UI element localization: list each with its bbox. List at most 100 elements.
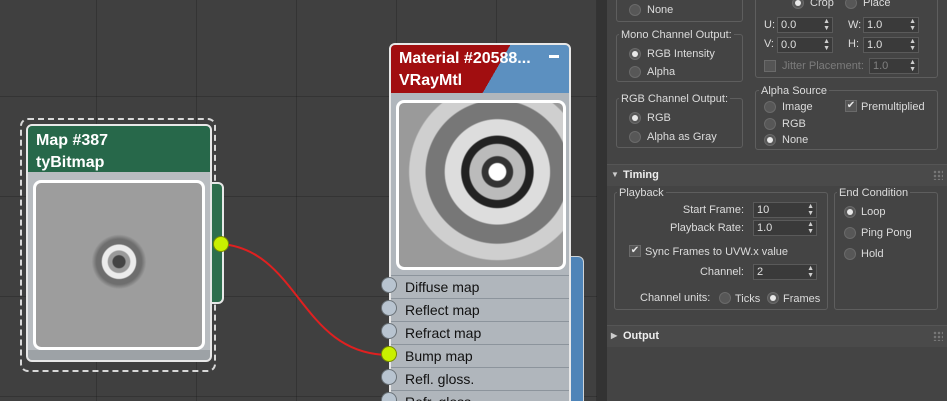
radio-image[interactable] xyxy=(764,101,776,113)
radio-alpha-none-label: None xyxy=(782,134,809,146)
jitter-spinner[interactable]: 1.0 ▲ ▼ xyxy=(869,58,919,74)
h-value: 1.0 xyxy=(867,39,883,51)
properties-panel: None Crop Place U: 0.0 ▲ ▼ W: 1.0 ▲ ▼ V: 0.0… xyxy=(607,0,947,401)
radio-alpha-as-gray[interactable] xyxy=(629,131,641,143)
reflect-map-socket[interactable] xyxy=(381,300,397,316)
sync-frames-checkbox[interactable]: ✔ xyxy=(629,245,641,257)
h-spinner[interactable]: 1.0 ▲ ▼ xyxy=(863,37,919,53)
radio-ticks-label: Ticks xyxy=(735,293,761,305)
bump-map-socket[interactable] xyxy=(381,346,397,362)
output-title: Output xyxy=(623,330,660,342)
map-node-subtitle: tyBitmap xyxy=(36,154,105,171)
premultiplied-checkbox[interactable]: ✔ xyxy=(845,100,857,112)
radio-hold-label: Hold xyxy=(861,248,884,260)
bump-map-wire[interactable] xyxy=(220,243,391,356)
radio-loop[interactable] xyxy=(844,206,856,218)
material-node[interactable]: Material #20588... VRayMtl Diffuse map R… xyxy=(389,43,571,401)
radio-ticks[interactable] xyxy=(719,292,731,304)
radio-alpha-rgb[interactable] xyxy=(764,118,776,130)
radio-place-label: Place xyxy=(863,0,891,9)
material-node-subtitle: VRayMtl xyxy=(399,72,463,89)
radio-hold[interactable] xyxy=(844,248,856,260)
v-label: V: xyxy=(764,38,774,50)
radio-alpha-rgb-label: RGB xyxy=(782,118,806,130)
minimize-icon[interactable] xyxy=(549,55,559,58)
node-editor-canvas[interactable]: Map #387 tyBitmap Material #20588... VRa… xyxy=(0,0,597,401)
drag-handle-icon[interactable] xyxy=(933,170,943,180)
diffuse-map-socket[interactable] xyxy=(381,277,397,293)
h-label: H: xyxy=(848,38,859,50)
playback-rate-spinner[interactable]: 1.0 ▲ ▼ xyxy=(753,220,817,236)
w-spinner[interactable]: 1.0 ▲ ▼ xyxy=(863,17,919,33)
u-spinner[interactable]: 0.0 ▲ ▼ xyxy=(777,17,833,33)
panel-divider[interactable] xyxy=(597,0,607,401)
drag-handle-icon[interactable] xyxy=(933,331,943,341)
playback-rate-value: 1.0 xyxy=(757,222,773,234)
radio-rgb-intensity-label: RGB Intensity xyxy=(647,48,715,60)
radio-none-top[interactable] xyxy=(629,4,641,16)
radio-rgb[interactable] xyxy=(629,112,641,124)
slot-refract-map[interactable]: Refract map xyxy=(391,321,569,344)
slot-bump-map[interactable]: Bump map xyxy=(391,344,569,367)
radio-frames[interactable] xyxy=(767,292,779,304)
radio-ping-pong-label: Ping Pong xyxy=(861,227,912,239)
v-value: 0.0 xyxy=(781,39,797,51)
radio-ping-pong[interactable] xyxy=(844,227,856,239)
collapse-triangle-icon: ▼ xyxy=(611,170,619,179)
channel-units-label: Channel units: xyxy=(640,292,711,304)
timing-title: Timing xyxy=(623,169,659,181)
map-node-footer xyxy=(28,350,210,360)
alpha-source-title: Alpha Source xyxy=(759,85,830,97)
radio-loop-label: Loop xyxy=(861,206,886,218)
spinner-arrows-icon: ▲ ▼ xyxy=(807,221,814,235)
expand-triangle-icon: ▶ xyxy=(611,331,618,340)
mono-channel-title: Mono Channel Output: xyxy=(619,29,734,41)
spinner-arrows-icon: ▲ ▼ xyxy=(807,265,814,279)
refract-map-socket[interactable] xyxy=(381,323,397,339)
jitter-value: 1.0 xyxy=(873,60,889,72)
channel-value: 2 xyxy=(757,266,764,278)
refl-gloss-socket[interactable] xyxy=(381,369,397,385)
start-frame-value: 10 xyxy=(757,204,770,216)
radio-alpha-as-gray-label: Alpha as Gray xyxy=(647,131,717,143)
end-condition-title: End Condition xyxy=(837,187,911,199)
map-node-title: Map #387 xyxy=(36,132,109,149)
w-value: 1.0 xyxy=(867,19,883,31)
material-node-title: Material #20588... xyxy=(399,50,531,67)
radio-rgb-label: RGB xyxy=(647,112,671,124)
material-preview-thumbnail xyxy=(396,100,566,270)
rgb-channel-title: RGB Channel Output: xyxy=(619,93,731,105)
start-frame-spinner[interactable]: 10 ▲ ▼ xyxy=(753,202,817,218)
v-spinner[interactable]: 0.0 ▲ ▼ xyxy=(777,37,833,53)
map-node[interactable]: Map #387 tyBitmap xyxy=(26,124,212,362)
playback-rate-label: Playback Rate: xyxy=(670,222,744,234)
slot-reflect-map[interactable]: Reflect map xyxy=(391,298,569,321)
slot-refl-gloss[interactable]: Refl. gloss. xyxy=(391,367,569,390)
map-node-header[interactable]: Map #387 tyBitmap xyxy=(28,126,210,172)
playback-title: Playback xyxy=(617,187,666,199)
map-output-socket[interactable] xyxy=(213,236,229,252)
radio-alpha[interactable] xyxy=(629,66,641,78)
sync-frames-label: Sync Frames to UVW.x value xyxy=(645,246,789,258)
output-rollout-header[interactable]: ▶ Output xyxy=(607,325,947,347)
spinner-arrows-icon: ▲ ▼ xyxy=(909,18,916,32)
material-node-header[interactable]: Material #20588... VRayMtl xyxy=(391,45,569,93)
slot-refr-gloss[interactable]: Refr. gloss xyxy=(391,390,569,401)
jitter-placement-checkbox[interactable] xyxy=(764,60,776,72)
radio-rgb-intensity[interactable] xyxy=(629,48,641,60)
radio-alpha-label: Alpha xyxy=(647,66,676,78)
refr-gloss-socket[interactable] xyxy=(381,392,397,401)
spinner-arrows-icon: ▲ ▼ xyxy=(823,38,830,52)
u-value: 0.0 xyxy=(781,19,797,31)
slot-diffuse-map[interactable]: Diffuse map xyxy=(391,275,569,298)
timing-rollout-header[interactable]: ▼ Timing xyxy=(607,164,947,186)
spinner-arrows-icon: ▲ ▼ xyxy=(909,38,916,52)
w-label: W: xyxy=(848,19,862,31)
premultiplied-label: Premultiplied xyxy=(861,101,925,113)
u-label: U: xyxy=(764,19,775,31)
radio-image-label: Image xyxy=(782,101,813,113)
channel-spinner[interactable]: 2 ▲ ▼ xyxy=(753,264,817,280)
material-node-side-tab xyxy=(569,256,584,401)
radio-alpha-none[interactable] xyxy=(764,134,776,146)
radio-crop-label: Crop xyxy=(810,0,834,9)
